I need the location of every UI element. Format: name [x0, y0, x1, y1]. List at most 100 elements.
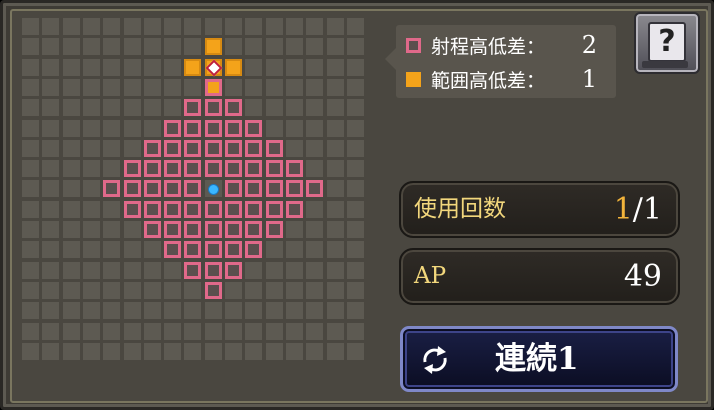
grid-cell [22, 302, 39, 320]
grid-cell [326, 58, 344, 76]
grid-cell [326, 78, 344, 96]
range-cell [143, 180, 161, 198]
help-glyph: ? [648, 22, 686, 62]
range-height-label: 射程高低差： [431, 35, 546, 58]
player-position-icon [208, 183, 220, 195]
range-cell [265, 160, 283, 178]
grid-cell [82, 18, 100, 35]
grid-cell [22, 38, 39, 56]
grid-cell [62, 160, 80, 178]
grid-cell [123, 139, 141, 157]
grid-cell [346, 322, 364, 340]
grid-cell [265, 261, 283, 279]
grid-cell [103, 58, 121, 76]
chain-button[interactable]: 連続1 [400, 326, 678, 392]
area-cell [225, 58, 242, 76]
grid-cell [306, 38, 324, 56]
range-cell [204, 241, 222, 259]
grid-cell [225, 342, 242, 360]
grid-cell [326, 18, 344, 35]
range-cell [245, 160, 263, 178]
grid-cell [42, 160, 60, 178]
grid-cell [245, 322, 263, 340]
grid-cell [225, 302, 242, 320]
cycle-arrows-icon [423, 346, 447, 374]
range-cell [245, 139, 263, 157]
range-cell [184, 139, 202, 157]
range-cell [184, 99, 202, 117]
grid-cell [245, 38, 263, 56]
grid-cell [326, 139, 344, 157]
grid-cell [42, 99, 60, 117]
grid-cell [62, 78, 80, 96]
grid-cell [123, 302, 141, 320]
grid-cell [42, 180, 60, 198]
grid-cell [285, 261, 303, 279]
grid-cell [103, 18, 121, 35]
range-cell [184, 241, 202, 259]
grid-cell [123, 38, 141, 56]
usage-current: 1 [613, 192, 633, 227]
grid-cell [22, 139, 39, 157]
grid-cell [204, 322, 222, 340]
grid-cell [62, 58, 80, 76]
grid-cell [346, 302, 364, 320]
grid-cell [245, 342, 263, 360]
grid-cell [62, 200, 80, 218]
grid-cell [103, 261, 121, 279]
grid-cell [245, 99, 263, 117]
help-book-icon[interactable]: ? [634, 12, 700, 74]
range-cell [225, 180, 242, 198]
grid-cell [42, 58, 60, 76]
grid-cell [184, 302, 202, 320]
grid-cell [346, 180, 364, 198]
grid-cell [82, 342, 100, 360]
grid-cell [22, 58, 39, 76]
area-swatch-icon [406, 71, 421, 87]
grid-cell [143, 281, 161, 299]
grid-cell [42, 221, 60, 238]
range-cell [225, 160, 242, 178]
grid-cell [103, 221, 121, 238]
range-cell [143, 160, 161, 178]
grid-cell [306, 281, 324, 299]
grid-cell [62, 261, 80, 279]
grid-cell [306, 322, 324, 340]
grid-cell [265, 99, 283, 117]
ap-label: AP [414, 263, 447, 289]
grid-cell [103, 241, 121, 259]
grid-cell [103, 38, 121, 56]
grid-cell [42, 139, 60, 157]
grid-cell [143, 342, 161, 360]
grid-cell [184, 281, 202, 299]
grid-cell [245, 281, 263, 299]
grid-cell [143, 58, 161, 76]
grid-cell [164, 78, 182, 96]
range-cell [225, 221, 242, 238]
range-cell [204, 119, 222, 137]
grid-cell [346, 342, 364, 360]
grid-cell [346, 261, 364, 279]
grid-cell [346, 119, 364, 137]
grid-cell [103, 302, 121, 320]
grid-cell [22, 99, 39, 117]
range-cell [245, 200, 263, 218]
area-height-value: 1 [581, 65, 597, 93]
grid-cell [265, 58, 283, 76]
grid-cell [103, 322, 121, 340]
grid-cell [164, 281, 182, 299]
grid-cell [82, 302, 100, 320]
grid-cell [265, 241, 283, 259]
grid-cell [184, 342, 202, 360]
range-cell [204, 261, 222, 279]
grid-cell [326, 322, 344, 340]
range-cell [225, 119, 242, 137]
grid-cell [346, 18, 364, 35]
grid-cell [82, 261, 100, 279]
range-cell [265, 180, 283, 198]
grid-cell [225, 38, 242, 56]
grid-cell [62, 302, 80, 320]
grid-cell [306, 241, 324, 259]
legend-area-row: 範囲高低差： 1 [406, 64, 611, 94]
grid-cell [22, 322, 39, 340]
